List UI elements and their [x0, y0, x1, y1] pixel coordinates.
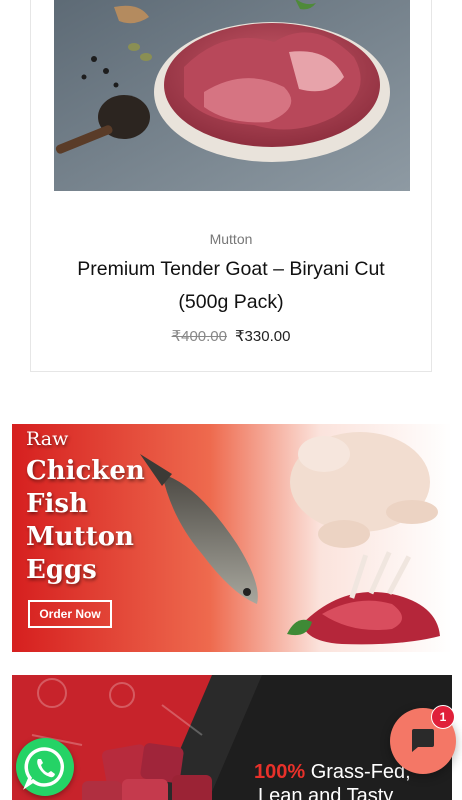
banner-raw-label: Raw [26, 428, 69, 450]
chat-notification-badge: 1 [431, 705, 455, 729]
banner-chicken-label: Chicken [26, 456, 145, 486]
product-price: ₹400.00 ₹330.00 [31, 327, 431, 345]
goat-meat-bowl-image [54, 0, 410, 191]
product-image[interactable] [54, 0, 410, 191]
whatsapp-button[interactable] [16, 738, 74, 796]
page: Mutton Premium Tender Goat – Biryani Cut… [0, 0, 462, 800]
grass-fed-line2: Lean and Tasty [258, 785, 394, 800]
product-title-line1[interactable]: Premium Tender Goat – Biryani Cut [41, 253, 421, 286]
product-category[interactable]: Mutton [31, 231, 431, 247]
raw-meat-banner[interactable]: Raw Chicken Fish Mutton Eggs Order Now [12, 424, 452, 652]
whatsapp-icon [23, 747, 65, 790]
old-price: ₹400.00 [171, 328, 227, 345]
grass-fed-highlight: 100% [254, 761, 306, 783]
order-now-button[interactable]: Order Now [28, 600, 112, 628]
grass-fed-banner[interactable]: 100% Grass-Fed, Lean and Tasty [12, 675, 452, 800]
product-title-line2[interactable]: (500g Pack) [41, 286, 421, 319]
banner-mutton-label: Mutton [26, 522, 134, 552]
product-title[interactable]: Premium Tender Goat – Biryani Cut (500g … [41, 253, 421, 319]
banner-fish-label: Fish [26, 489, 88, 519]
product-card[interactable]: Mutton Premium Tender Goat – Biryani Cut… [30, 0, 432, 372]
banner-eggs-label: Eggs [26, 555, 97, 585]
grass-fed-headline: 100% Grass-Fed, [254, 761, 411, 784]
sale-price: ₹330.00 [235, 328, 291, 345]
